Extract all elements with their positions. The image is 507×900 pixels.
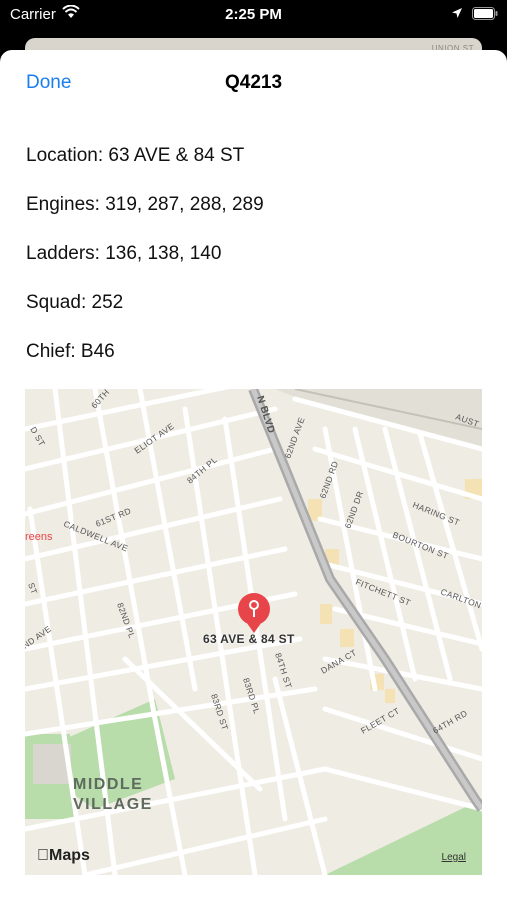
apple-icon:  (37, 847, 49, 864)
status-bar: Carrier 2:25 PM (0, 0, 507, 30)
navigation-bar: Done Q4213 (0, 50, 507, 120)
chief-row: Chief: B46 (26, 341, 115, 362)
engines-row: Engines: 319, 287, 288, 289 (26, 194, 264, 215)
status-time: 2:25 PM (225, 6, 282, 23)
poi-label: reens (25, 531, 53, 543)
location-row: Location: 63 AVE & 84 ST (26, 145, 245, 166)
ladders-row: Ladders: 136, 138, 140 (26, 243, 222, 264)
squad-row: Squad: 252 (26, 292, 124, 313)
maps-attribution: Maps (37, 847, 90, 865)
place-label-line2: VILLAGE (73, 796, 153, 813)
place-label-line1: MIDDLE (73, 776, 144, 793)
pin-label: 63 AVE & 84 ST (203, 632, 295, 646)
battery-icon (472, 7, 498, 25)
detail-sheet: Done Q4213 Location: 63 AVE & 84 ST Engi… (0, 50, 507, 900)
page-title: Q4213 (224, 72, 283, 93)
map-view[interactable]: 60TH ELIOT AVE 84TH PL 61ST RD CALDWELL … (25, 389, 482, 875)
maps-attribution-label: Maps (37, 847, 90, 864)
legal-link[interactable]: Legal (442, 852, 466, 863)
location-arrow-icon (451, 6, 463, 24)
